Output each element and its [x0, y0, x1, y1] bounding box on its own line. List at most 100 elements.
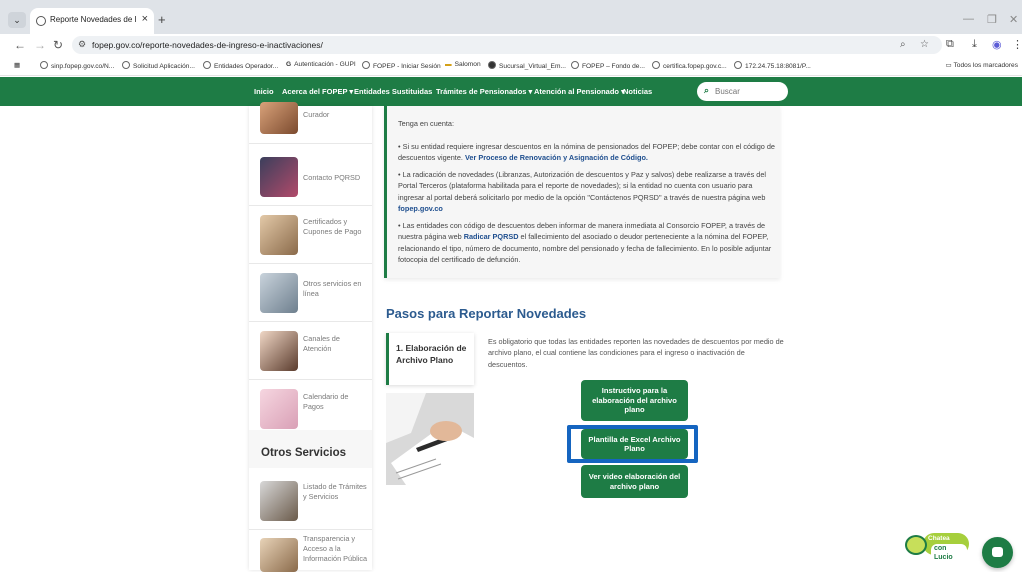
google-icon: G	[286, 61, 292, 68]
all-bookmarks-folder[interactable]: ▭ Todos los marcadores	[946, 61, 1018, 69]
browser-tab[interactable]: Reporte Novedades de Ingreso ×	[30, 8, 154, 34]
globe-icon	[362, 61, 370, 69]
bookmark-item[interactable]: 172.24.75.18:8081/P...	[734, 61, 811, 70]
calendar-icon	[260, 389, 298, 429]
bookmark-item[interactable]: G Autenticación - GUPI	[286, 61, 356, 68]
keyboard-icon	[260, 157, 298, 197]
people-icon	[260, 538, 298, 572]
mascot-icon	[905, 535, 927, 555]
bookmark-item[interactable]: Sucursal_Virtual_Em...	[488, 61, 566, 70]
sidebar-item-contacto-pqrsd[interactable]: Contacto PQRSD	[249, 149, 372, 206]
salomon-icon: ▬	[445, 61, 452, 68]
step-photo	[386, 393, 474, 485]
url-field[interactable]: ⚙ fopep.gov.co/reporte-novedades-de-ingr…	[72, 36, 942, 54]
sidebar-item-label: Calendario de Pagos	[303, 392, 349, 411]
nav-acerca-del-fopep[interactable]: Acerca del FOPEP ▾	[282, 87, 353, 96]
site-search[interactable]: ⌕	[697, 82, 788, 101]
bookmark-item[interactable]: ▬ Salomon	[445, 61, 481, 68]
bookmark-item[interactable]: FOPEP - Iniciar Sesión	[362, 61, 441, 70]
sidebar-item-label: Certificados y Cupones de Pago	[303, 217, 362, 236]
otros-servicios-title: Otros Servicios	[261, 447, 347, 459]
minimize-icon[interactable]: —	[963, 13, 974, 25]
bookmarks-bar: ▦ sinp.fopep.gov.co/N... Solicitud Aplic…	[0, 56, 1022, 76]
back-icon[interactable]: ←	[14, 38, 26, 52]
info-text: • La radicación de novedades (Libranzas,…	[398, 170, 767, 202]
search-input[interactable]	[715, 84, 783, 99]
nav-tramites-de-pensionados[interactable]: Trámites de Pensionados ▾	[436, 87, 532, 96]
instructivo-archivo-plano-button[interactable]: Instructivo para la elaboración del arch…	[581, 380, 688, 421]
ver-video-button[interactable]: Ver video elaboración del archivo plano	[581, 465, 688, 498]
site-info-icon[interactable]: ⚙	[78, 39, 86, 50]
zoom-icon[interactable]: ⌕	[900, 39, 906, 50]
sidebar-item-canales-de-atencion[interactable]: Canales de Atención	[249, 323, 372, 380]
bookmark-item[interactable]: sinp.fopep.gov.co/N...	[40, 61, 114, 70]
browser-menu-icon[interactable]: ⋮	[1012, 38, 1022, 51]
url-text: fopep.gov.co/reporte-novedades-de-ingres…	[92, 40, 323, 50]
tab-close-icon[interactable]: ×	[142, 13, 148, 25]
nav-atencion-al-pensionado[interactable]: Atención al Pensionado ▾	[534, 87, 625, 96]
chat-button[interactable]	[982, 537, 1013, 568]
globe-icon	[734, 61, 742, 69]
bookmark-item[interactable]: FOPEP – Fondo de...	[571, 61, 645, 70]
new-tab-icon[interactable]: +	[158, 12, 166, 27]
sidebar-item-certificados[interactable]: Certificados y Cupones de Pago	[249, 207, 372, 264]
globe-icon	[40, 61, 48, 69]
restore-icon[interactable]: ❐	[987, 13, 997, 26]
bookmark-item[interactable]: Entidades Operador...	[203, 61, 278, 70]
sidebar-item-otros-servicios-en-linea[interactable]: Otros servicios en línea	[249, 265, 372, 322]
people-icon	[260, 273, 298, 313]
step-1-title: 1. Elaboración de Archivo Plano	[396, 343, 467, 365]
sidebar-item-curador[interactable]: Curador	[249, 100, 372, 144]
sidebar-item-label: Otros servicios en línea	[303, 279, 362, 298]
apps-grid-icon[interactable]: ▦	[14, 61, 20, 69]
site-favicon-icon	[36, 16, 46, 26]
people-icon	[260, 215, 298, 255]
sidebar-item-transparencia[interactable]: Transparencia y Acceso a la Información …	[249, 530, 372, 572]
chat-line-2: con Lucio	[931, 544, 967, 562]
info-paragraph-2: • La radicación de novedades (Libranzas,…	[398, 169, 776, 214]
sidebar-item-listado-de-tramites[interactable]: Listado de Trámites y Servicios	[249, 473, 372, 530]
people-icon	[260, 102, 298, 134]
nav-inicio[interactable]: Inicio	[254, 87, 274, 96]
headset-icon	[260, 331, 298, 371]
download-icon[interactable]: ⤓	[972, 38, 977, 51]
info-card: Tenga en cuenta: • Si su entidad requier…	[384, 106, 780, 278]
chat-line-1: Chatea	[928, 535, 950, 542]
extensions-icon[interactable]: ⧉	[946, 38, 954, 51]
reload-icon[interactable]: ↻	[53, 38, 63, 52]
step-1-card: 1. Elaboración de Archivo Plano	[386, 333, 474, 385]
sidebar: Curador Contacto PQRSD Certificados y Cu…	[249, 102, 372, 572]
fopep-site-link[interactable]: fopep.gov.co	[398, 204, 443, 213]
forward-icon[interactable]: →	[34, 38, 46, 52]
writing-photo-icon	[386, 393, 474, 485]
tab-search-icon[interactable]: ⌄	[8, 12, 26, 28]
globe-icon	[571, 61, 579, 69]
renovacion-codigo-link[interactable]: Ver Proceso de Renovación y Asignación d…	[465, 153, 648, 162]
sidebar-item-label: Transparencia y Acceso a la Información …	[303, 534, 368, 563]
address-bar-row: ← → ↻ ⚙ fopep.gov.co/reporte-novedades-d…	[0, 34, 1022, 56]
globe-icon	[488, 61, 496, 69]
radicar-pqrsd-link[interactable]: Radicar PQRSD	[464, 232, 519, 241]
info-heading: Tenga en cuenta:	[398, 119, 454, 128]
bookmark-item[interactable]: Solicitud Aplicación...	[122, 61, 195, 70]
sidebar-item-label: Listado de Trámites y Servicios	[303, 482, 367, 501]
tab-title: Reporte Novedades de Ingreso	[50, 15, 136, 24]
profile-icon[interactable]: ◉	[992, 38, 1002, 51]
bookmark-item[interactable]: certifica.fopep.gov.c...	[652, 61, 727, 70]
nav-entidades-sustituidas[interactable]: Entidades Sustituidas	[354, 87, 432, 96]
step-1-description: Es obligatorio que todas las entidades r…	[488, 337, 784, 369]
search-icon: ⌕	[704, 85, 710, 95]
section-title: Pasos para Reportar Novedades	[386, 306, 587, 321]
sidebar-item-label: Curador	[303, 110, 330, 119]
nav-noticias[interactable]: Noticias	[623, 87, 652, 96]
chat-lucio-widget[interactable]: Chatea con Lucio	[905, 533, 969, 562]
window-close-icon[interactable]: ✕	[1009, 13, 1018, 26]
globe-icon	[203, 61, 211, 69]
browser-tab-bar: ⌄ Reporte Novedades de Ingreso × + — ❐ ✕	[0, 0, 1022, 34]
highlight-box	[567, 425, 698, 463]
info-paragraph-3: • Las entidades con código de descuentos…	[398, 220, 776, 265]
bookmark-star-icon[interactable]: ☆	[920, 39, 929, 50]
globe-icon	[122, 61, 130, 69]
info-paragraph-1: • Si su entidad requiere ingresar descue…	[398, 141, 776, 164]
chat-bubble-icon	[992, 547, 1003, 557]
